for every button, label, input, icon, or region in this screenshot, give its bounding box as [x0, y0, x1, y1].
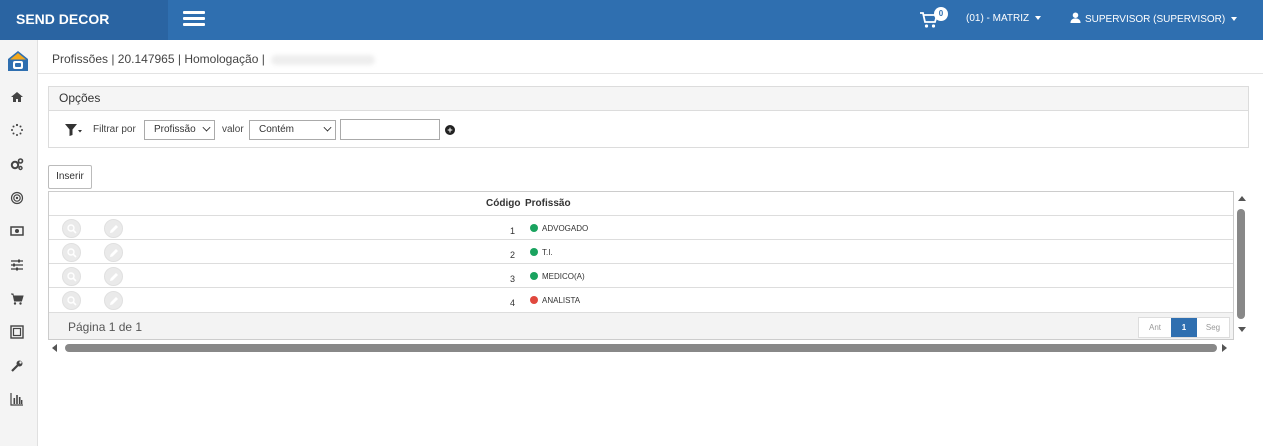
- image-icon[interactable]: [10, 325, 24, 339]
- vertical-scroll-thumb[interactable]: [1237, 209, 1245, 319]
- sliders-icon[interactable]: [10, 258, 24, 272]
- edit-button[interactable]: [104, 267, 123, 286]
- breadcrumb: Profissões | 20.147965 | Homologação |: [52, 52, 375, 66]
- money-icon[interactable]: [10, 224, 24, 238]
- status-dot-icon: [530, 248, 538, 256]
- sidebar: [0, 40, 38, 446]
- pagination: Ant 1 Seg: [1138, 317, 1230, 338]
- filter-value-input[interactable]: [340, 119, 440, 140]
- filter-by-label: Filtrar por: [93, 124, 136, 135]
- spinner-icon[interactable]: [10, 123, 24, 137]
- wrench-icon[interactable]: [10, 359, 24, 373]
- divider: [38, 73, 1263, 74]
- search-icon: [67, 224, 77, 234]
- filter-field-value: Profissão: [154, 124, 196, 135]
- status-dot-icon: [530, 272, 538, 280]
- home-icon[interactable]: [10, 90, 24, 104]
- row-code: 1: [509, 226, 515, 236]
- page-info: Página 1 de 1: [68, 320, 143, 334]
- prev-page-button[interactable]: Ant: [1139, 318, 1171, 337]
- row-profession: ADVOGADO: [542, 224, 589, 233]
- user-icon: [1070, 12, 1081, 23]
- search-icon: [67, 296, 77, 306]
- chevron-down-icon: [1231, 17, 1238, 22]
- search-icon: [67, 272, 77, 282]
- row-profession: MEDICO(A): [542, 272, 585, 281]
- scroll-left-icon[interactable]: [52, 344, 57, 352]
- user-label: SUPERVISOR (SUPERVISOR): [1085, 14, 1226, 25]
- row-code: 2: [509, 250, 515, 260]
- breadcrumb-text: Profissões | 20.147965 | Homologação |: [52, 52, 265, 66]
- column-header-code[interactable]: Código: [486, 198, 520, 209]
- user-menu[interactable]: SUPERVISOR (SUPERVISOR): [1070, 12, 1238, 25]
- options-panel-title: Opções: [49, 87, 1248, 111]
- horizontal-scrollbar[interactable]: [50, 342, 1230, 354]
- cogs-icon[interactable]: [10, 157, 24, 171]
- horizontal-scroll-thumb[interactable]: [65, 344, 1217, 352]
- chevron-down-icon: [202, 123, 211, 132]
- operator-value: Contém: [259, 124, 295, 135]
- brand-logo[interactable]: SEND DECOR: [0, 0, 168, 40]
- add-filter-icon[interactable]: +: [445, 125, 455, 135]
- status-dot-icon: [530, 224, 538, 232]
- status-dot-icon: [530, 296, 538, 304]
- view-button[interactable]: [62, 291, 81, 310]
- cart-icon[interactable]: [10, 292, 24, 306]
- row-code: 3: [509, 274, 515, 284]
- filter-field-select[interactable]: Profissão: [144, 120, 215, 140]
- edit-button[interactable]: [104, 291, 123, 310]
- chevron-down-icon: [1035, 16, 1042, 21]
- edit-button[interactable]: [104, 243, 123, 262]
- target-icon[interactable]: [10, 191, 24, 205]
- table-row[interactable]: 1 ADVOGADO: [49, 216, 1233, 240]
- blurred-redaction: [270, 54, 375, 65]
- row-profession: T.I.: [542, 248, 553, 257]
- view-button[interactable]: [62, 219, 81, 238]
- top-bar: SEND DECOR 0 (01) - MATRIZ SUPERVISOR (S…: [0, 0, 1263, 40]
- company-selector[interactable]: (01) - MATRIZ: [966, 13, 1042, 24]
- row-code: 4: [509, 298, 515, 308]
- search-icon: [67, 248, 77, 258]
- operator-select[interactable]: Contém: [249, 120, 336, 140]
- pencil-icon: [110, 273, 118, 281]
- professions-table: Código Profissão 1 ADVOGADO 2 T.I. 3 MED…: [48, 191, 1234, 340]
- table-row[interactable]: 2 T.I.: [49, 240, 1233, 264]
- cart-count-badge: 0: [934, 7, 948, 21]
- filter-icon[interactable]: [64, 123, 82, 137]
- app-logo-icon[interactable]: [7, 50, 29, 72]
- options-panel: Opções Filtrar por Profissão valor Conté…: [48, 86, 1249, 148]
- scroll-right-icon[interactable]: [1222, 344, 1227, 352]
- table-row[interactable]: 4 ANALISTA: [49, 288, 1233, 312]
- chevron-down-icon: [323, 123, 332, 132]
- column-header-profession[interactable]: Profissão: [525, 198, 571, 209]
- view-button[interactable]: [62, 267, 81, 286]
- table-footer: Página 1 de 1 Ant 1 Seg: [49, 312, 1233, 339]
- insert-button[interactable]: Inserir: [48, 165, 92, 189]
- pencil-icon: [110, 249, 118, 257]
- edit-button[interactable]: [104, 219, 123, 238]
- row-profession: ANALISTA: [542, 296, 581, 305]
- company-label: (01) - MATRIZ: [966, 13, 1030, 24]
- bar-chart-icon[interactable]: [10, 392, 24, 406]
- table-row[interactable]: 3 MEDICO(A): [49, 264, 1233, 288]
- pencil-icon: [110, 225, 118, 233]
- view-button[interactable]: [62, 243, 81, 262]
- table-header: Código Profissão: [49, 192, 1233, 216]
- scroll-down-icon[interactable]: [1238, 327, 1246, 332]
- scroll-up-icon[interactable]: [1238, 196, 1246, 201]
- next-page-button[interactable]: Seg: [1197, 318, 1229, 337]
- pencil-icon: [110, 297, 118, 305]
- vertical-scrollbar[interactable]: [1236, 195, 1247, 335]
- menu-toggle-icon[interactable]: [183, 11, 205, 27]
- page-1-button[interactable]: 1: [1171, 318, 1197, 337]
- value-label: valor: [222, 124, 244, 135]
